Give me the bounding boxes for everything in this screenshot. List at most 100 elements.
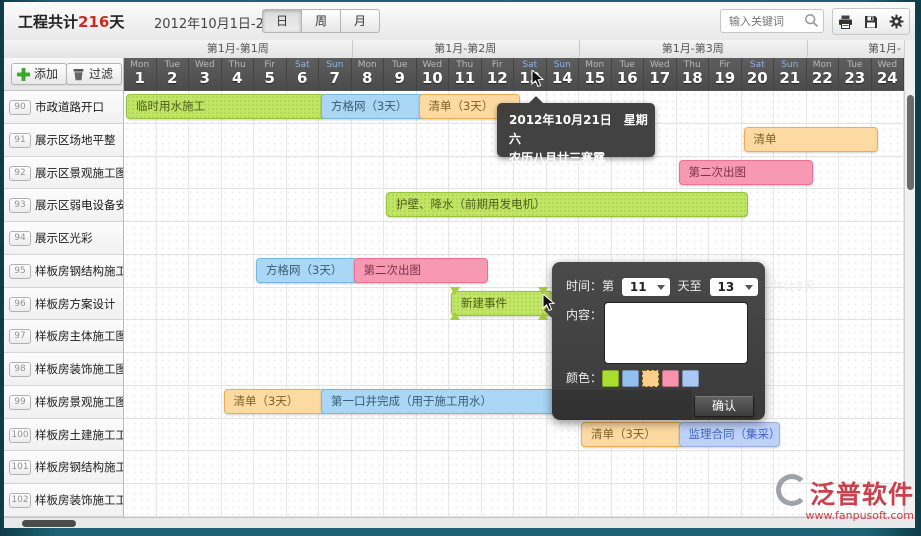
vertical-scrollbar[interactable]	[904, 40, 915, 517]
gantt-bar[interactable]: 临时用水施工	[126, 94, 325, 119]
day-header-cell[interactable]: Thu4	[222, 58, 255, 90]
watermark: 泛普软件 www.fanpusoft.com	[774, 474, 914, 522]
project-id-badge: 96	[9, 297, 31, 312]
project-name: 展示区景观施工图	[35, 157, 123, 189]
day-header-cell[interactable]: Fir12	[482, 58, 515, 90]
day-header-cell[interactable]: Thu11	[449, 58, 482, 90]
filter-button[interactable]: 过滤	[66, 63, 122, 85]
gantt-bar[interactable]: 清单（3天）	[581, 422, 683, 447]
view-day-button[interactable]: 日	[262, 9, 302, 33]
week-header-cell: 第1月-	[807, 40, 906, 57]
day-header-cell[interactable]: Mon15	[579, 58, 612, 90]
project-row[interactable]: 93 展示区弱电设备安装	[4, 189, 123, 222]
project-row[interactable]: 92展示区景观施工图	[4, 157, 123, 190]
project-row[interactable]: 98样板房装饰施工图	[4, 353, 123, 386]
add-icon	[17, 68, 30, 81]
save-icon[interactable]	[864, 15, 878, 29]
day-header-cell[interactable]: Mon8	[352, 58, 385, 90]
horizontal-scrollbar-thumb[interactable]	[22, 520, 76, 527]
grid-row	[124, 419, 904, 452]
project-row[interactable]: 96样板房方案设计	[4, 288, 123, 321]
day-header-cell[interactable]: Mon1	[124, 58, 157, 90]
day-header-cell[interactable]: Fir19	[709, 58, 742, 90]
end-day-select[interactable]: 13	[710, 278, 758, 296]
view-month-button[interactable]: 月	[340, 9, 380, 33]
project-row[interactable]: 90市政道路开口	[4, 91, 123, 124]
project-name: 展示区弱电设备安装	[35, 189, 123, 221]
day-header-cell[interactable]: Tue9	[384, 58, 417, 90]
watermark-logo-icon	[776, 474, 808, 506]
add-button[interactable]: 添加	[11, 63, 67, 85]
color-swatch[interactable]	[682, 370, 699, 387]
color-swatch[interactable]	[662, 370, 679, 387]
confirm-button[interactable]: 确认	[694, 396, 754, 417]
project-row[interactable]: 99样板房景观施工图	[4, 386, 123, 419]
project-row[interactable]: 102样板房装饰施工工程	[4, 484, 123, 517]
content-textarea[interactable]	[604, 302, 748, 364]
project-name: 展示区光彩	[35, 222, 93, 254]
project-row[interactable]: 95样板房钢结构施工工程	[4, 255, 123, 288]
start-day-select[interactable]: 11	[622, 278, 670, 296]
resize-handle[interactable]	[450, 287, 460, 295]
resize-handle[interactable]	[450, 312, 460, 320]
day-header-cell[interactable]: Wed17	[644, 58, 677, 90]
day-header-cell[interactable]: Wed10	[417, 58, 450, 90]
week-header-row: 第1月-第1周第1月-第2周第1月-第3周第1月-	[4, 40, 915, 59]
project-row[interactable]: 91展示区场地平整	[4, 124, 123, 157]
total-days: 216	[78, 13, 109, 31]
printer-icon[interactable]	[838, 15, 853, 29]
gantt-bar[interactable]: 监理合同（集采）	[679, 422, 781, 447]
view-switcher: 日周月	[262, 9, 380, 33]
project-id-badge: 99	[9, 395, 31, 410]
day-header-cell[interactable]: Wed24	[872, 58, 905, 90]
project-name: 样板房装饰施工工程	[35, 484, 123, 516]
color-swatch[interactable]	[622, 370, 639, 387]
content-label: 内容：	[566, 306, 602, 323]
project-name: 样板房钢结构施工工程	[35, 255, 123, 287]
day-header-cell[interactable]: Sun14	[547, 58, 580, 90]
gantt-bar[interactable]: 第二次出图	[679, 160, 813, 185]
project-row[interactable]: 97样板房主体施工图	[4, 320, 123, 353]
vertical-scrollbar-thumb[interactable]	[907, 95, 914, 190]
day-header-cell[interactable]: Sat6	[287, 58, 320, 90]
grid-row	[124, 353, 904, 386]
project-name: 样板房钢结构施工工程	[35, 451, 123, 483]
popup-footer-shade	[552, 390, 692, 420]
project-row[interactable]: 101样板房钢结构施工工程	[4, 451, 123, 484]
week-header-cell: 第1月-第3周	[579, 40, 808, 57]
color-swatches	[602, 371, 702, 385]
day-header-cell[interactable]: Sun21	[774, 58, 807, 90]
color-swatch[interactable]	[642, 370, 659, 387]
total-label: 共计3天	[771, 279, 815, 293]
project-row[interactable]: 94展示区光彩	[4, 222, 123, 255]
gantt-bar[interactable]: 第二次出图	[354, 258, 488, 283]
project-id-badge: 93	[9, 198, 31, 213]
project-id-badge: 100	[9, 428, 31, 443]
filter-button-label: 过滤	[89, 67, 113, 81]
day-header-cell[interactable]: Tue23	[839, 58, 872, 90]
gantt-bar[interactable]: 清单（3天）	[224, 389, 326, 414]
day-header-row: Mon1Tue2Wed3Thu4Fir5Sat6Sun7Mon8Tue9Wed1…	[124, 58, 904, 91]
day-header-cell[interactable]: Wed3	[189, 58, 222, 90]
day-header-cell[interactable]: Thu18	[677, 58, 710, 90]
day-header-cell[interactable]: Tue16	[612, 58, 645, 90]
day-header-cell[interactable]: Sun7	[319, 58, 352, 90]
gantt-bar[interactable]: 方格网（3天）	[321, 94, 423, 119]
gantt-bar[interactable]: 方格网（3天）	[256, 258, 358, 283]
search-input[interactable]	[727, 12, 803, 30]
gantt-bar[interactable]: 清单	[744, 127, 878, 152]
gear-icon[interactable]	[889, 14, 904, 29]
color-swatch[interactable]	[602, 370, 619, 387]
day-header-cell[interactable]: Fir5	[254, 58, 287, 90]
project-name: 样板房装饰施工图	[35, 353, 123, 385]
search-icon[interactable]	[804, 13, 819, 28]
day-header-cell[interactable]: Mon22	[807, 58, 840, 90]
day-header-cell[interactable]: Tue2	[157, 58, 190, 90]
project-row[interactable]: 100样板房土建施工工程	[4, 419, 123, 452]
week-header-cell: 第1月-第2周	[352, 40, 581, 57]
day-header-cell[interactable]: Sat20	[742, 58, 775, 90]
gantt-bar[interactable]: 护壁、降水（前期用发电机）	[386, 192, 748, 217]
view-week-button[interactable]: 周	[301, 9, 341, 33]
search-box[interactable]	[720, 9, 824, 33]
watermark-url: www.fanpusoft.com	[774, 509, 914, 522]
